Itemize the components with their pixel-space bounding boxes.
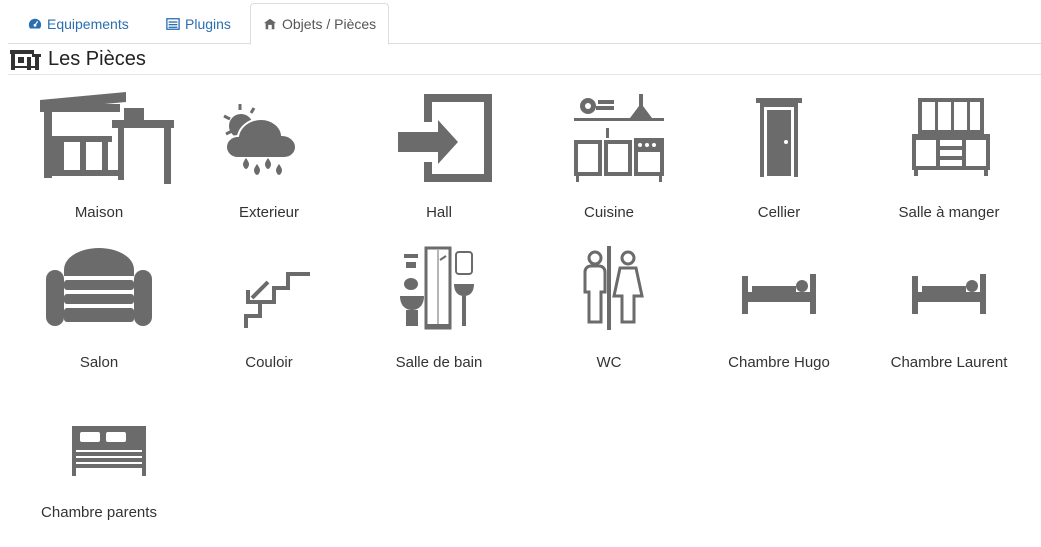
- room-label: Chambre Laurent: [890, 354, 1008, 371]
- room-card-chambre-laurent[interactable]: Chambre Laurent: [864, 240, 1034, 380]
- tab-equipements[interactable]: Equipements: [16, 3, 141, 44]
- room-card-cuisine[interactable]: Cuisine: [524, 90, 694, 230]
- bathroom-icon: [400, 246, 474, 330]
- double-bed-icon: [72, 426, 146, 476]
- room-card-wc[interactable]: WC: [524, 240, 694, 380]
- room-label: Salon: [79, 354, 119, 371]
- room-card-salon[interactable]: Salon: [14, 240, 184, 380]
- room-card-salle-a-manger[interactable]: Salle à manger: [864, 90, 1034, 230]
- room-label: Hall: [426, 204, 452, 221]
- tab-objets-pieces[interactable]: Objets / Pièces: [250, 3, 390, 45]
- tab-plugins[interactable]: Plugins: [154, 3, 243, 44]
- room-card-exterieur[interactable]: Exterieur: [184, 90, 354, 230]
- room-card-couloir[interactable]: Couloir: [184, 240, 354, 380]
- house-icon: [40, 92, 174, 184]
- single-bed-icon: [742, 274, 816, 314]
- room-card-hall[interactable]: Hall: [354, 90, 524, 230]
- section-header: Les Pièces: [8, 44, 1041, 75]
- room-label: Cellier: [757, 204, 801, 221]
- stairs-icon: [244, 272, 310, 328]
- room-label: Chambre parents: [41, 504, 157, 521]
- room-label: Salle de bain: [395, 354, 483, 371]
- tab-label: Plugins: [185, 15, 231, 32]
- room-label: Maison: [74, 204, 124, 221]
- room-label: Chambre Hugo: [728, 354, 830, 371]
- room-card-salle-de-bain[interactable]: Salle de bain: [354, 240, 524, 380]
- tab-label: Objets / Pièces: [282, 16, 377, 32]
- room-label: WC: [596, 354, 622, 371]
- room-label: Salle à manger: [898, 204, 1000, 221]
- cupboard-icon: [912, 98, 990, 176]
- sofa-icon: [46, 248, 152, 326]
- room-card-chambre-hugo[interactable]: Chambre Hugo: [694, 240, 864, 380]
- door-enter-icon: [398, 94, 492, 182]
- house-icon: [10, 50, 41, 70]
- page-title: Les Pièces: [48, 47, 146, 70]
- weather-icon: [223, 104, 298, 175]
- room-label: Exterieur: [238, 204, 300, 221]
- room-label: Cuisine: [583, 204, 635, 221]
- list-icon: [166, 17, 180, 30]
- tab-label: Equipements: [47, 15, 129, 32]
- room-card-cellier[interactable]: Cellier: [694, 90, 864, 230]
- single-bed-icon: [912, 274, 986, 314]
- room-card-chambre-parents[interactable]: Chambre parents: [14, 390, 184, 530]
- nav-tabs: Equipements Plugins Objets / Pièces: [8, 0, 1041, 45]
- room-card-maison[interactable]: Maison: [14, 90, 184, 230]
- door-icon: [756, 98, 802, 177]
- kitchen-icon: [574, 94, 664, 182]
- dashboard-icon: [28, 18, 42, 29]
- wc-icon: [583, 246, 644, 330]
- room-label: Couloir: [245, 354, 293, 371]
- house-icon: [263, 18, 277, 30]
